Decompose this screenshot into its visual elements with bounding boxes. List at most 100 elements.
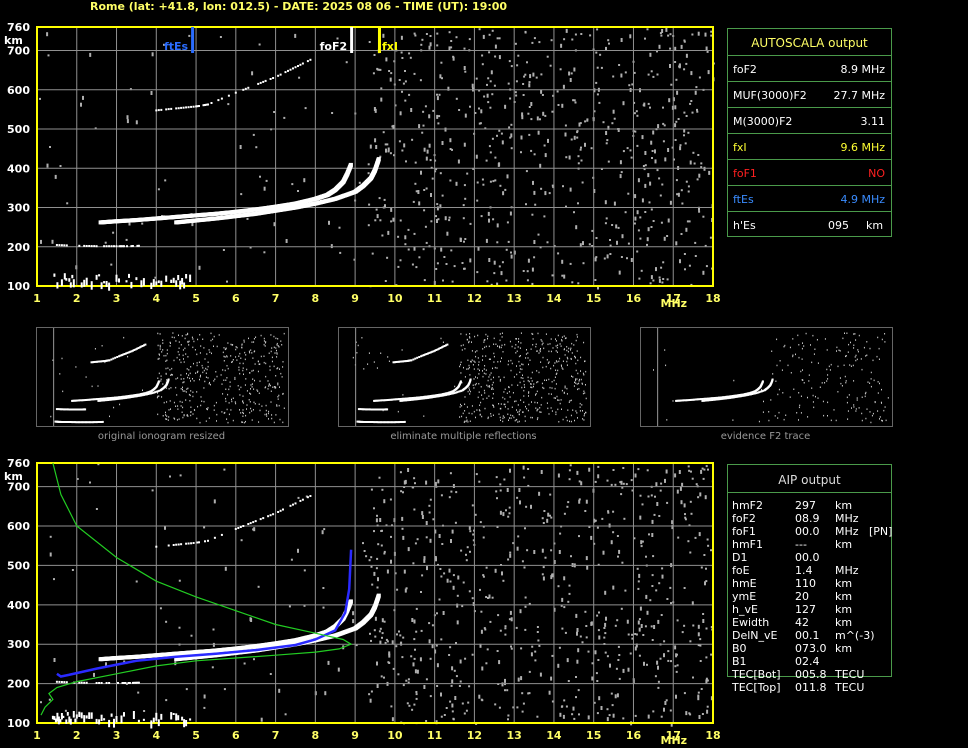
noise-point	[400, 641, 403, 646]
noise-point	[475, 154, 478, 159]
noise-point	[576, 631, 578, 636]
thumb-noise	[490, 413, 492, 415]
trace-point	[59, 719, 62, 723]
noise-point	[638, 277, 641, 280]
noise-point	[601, 517, 604, 520]
thumb-noise	[250, 393, 252, 395]
thumb-noise	[188, 344, 190, 346]
thumb-noise	[583, 419, 585, 421]
noise-point	[683, 40, 686, 43]
trace-point	[115, 716, 118, 723]
thumb-noise	[484, 346, 486, 349]
thumb-noise	[234, 401, 236, 403]
trace-point	[259, 81, 262, 84]
noise-point	[607, 39, 610, 42]
thumb-noise	[879, 418, 880, 420]
noise-point	[465, 553, 467, 556]
noise-point	[674, 61, 677, 63]
y-tick-label: 600	[7, 520, 30, 533]
aip-label: h_vE	[732, 603, 758, 616]
thumb-trace	[112, 357, 115, 360]
noise-point	[367, 172, 370, 175]
noise-point	[619, 481, 622, 484]
noise-point	[685, 227, 688, 232]
thumb-noise	[459, 365, 461, 368]
thumb-noise	[184, 337, 186, 340]
noise-point	[283, 116, 286, 119]
noise-point	[376, 514, 378, 517]
noise-point	[524, 605, 527, 608]
noise-point	[598, 611, 600, 614]
trace-point	[80, 681, 83, 684]
thumb-noise	[216, 413, 218, 416]
noise-point	[667, 148, 670, 152]
noise-point	[537, 233, 540, 236]
trace-point	[150, 720, 153, 729]
x-tick-label: 14	[546, 292, 562, 305]
noise-point	[369, 698, 372, 703]
thumb-noise	[186, 372, 187, 375]
noise-point	[636, 250, 639, 253]
noise-point	[141, 222, 144, 225]
noise-point	[565, 705, 568, 708]
trace-point	[98, 274, 101, 277]
noise-point	[412, 662, 415, 667]
noise-point	[688, 220, 691, 223]
noise-point	[440, 247, 443, 252]
noise-point	[705, 679, 708, 684]
noise-point	[651, 157, 653, 159]
thumb-noise	[254, 403, 256, 405]
noise-point	[420, 629, 423, 632]
noise-point	[543, 144, 546, 147]
noise-point	[442, 611, 445, 615]
thumb-trace	[446, 343, 449, 346]
noise-point	[164, 179, 167, 182]
thumb-noise	[225, 347, 227, 349]
noise-point	[465, 559, 468, 562]
noise-point	[432, 518, 435, 521]
noise-point	[562, 185, 564, 188]
noise-point	[569, 464, 572, 467]
x-tick-label: 1	[33, 292, 41, 305]
noise-point	[710, 653, 713, 656]
trace-point	[292, 503, 294, 506]
thumb-noise	[253, 341, 255, 343]
thumb-noise	[566, 393, 568, 395]
trace-point	[65, 719, 68, 724]
noise-point	[525, 203, 527, 206]
thumb-noise	[159, 344, 161, 347]
noise-point	[321, 530, 324, 535]
noise-point	[443, 256, 446, 258]
noise-point	[576, 470, 579, 475]
trace-point	[282, 508, 284, 511]
noise-point	[534, 203, 537, 206]
noise-point	[486, 280, 489, 283]
noise-point	[698, 76, 701, 79]
noise-point	[655, 267, 657, 272]
noise-point	[449, 700, 452, 703]
noise-point	[507, 714, 510, 717]
noise-point	[480, 629, 483, 634]
thumb-noise	[857, 349, 859, 351]
noise-point	[452, 718, 455, 721]
noise-point	[370, 488, 373, 491]
thumb-noise	[775, 380, 777, 382]
noise-point	[575, 225, 578, 230]
thumb-noise	[228, 402, 230, 404]
thumb-noise	[531, 386, 533, 389]
thumb-noise	[213, 380, 215, 382]
noise-point	[565, 156, 568, 159]
thumb-noise	[182, 386, 183, 389]
noise-point	[616, 619, 619, 622]
noise-point	[522, 83, 525, 85]
thumb-noise	[478, 364, 480, 366]
noise-point	[683, 253, 686, 255]
thumb-noise	[162, 415, 164, 417]
noise-point	[522, 94, 525, 96]
thumb-noise	[182, 388, 183, 391]
thumb-noise	[265, 341, 267, 343]
noise-point	[374, 635, 377, 638]
thumb-noise	[583, 374, 585, 376]
noise-point	[436, 262, 439, 265]
thumb-noise	[189, 377, 191, 380]
